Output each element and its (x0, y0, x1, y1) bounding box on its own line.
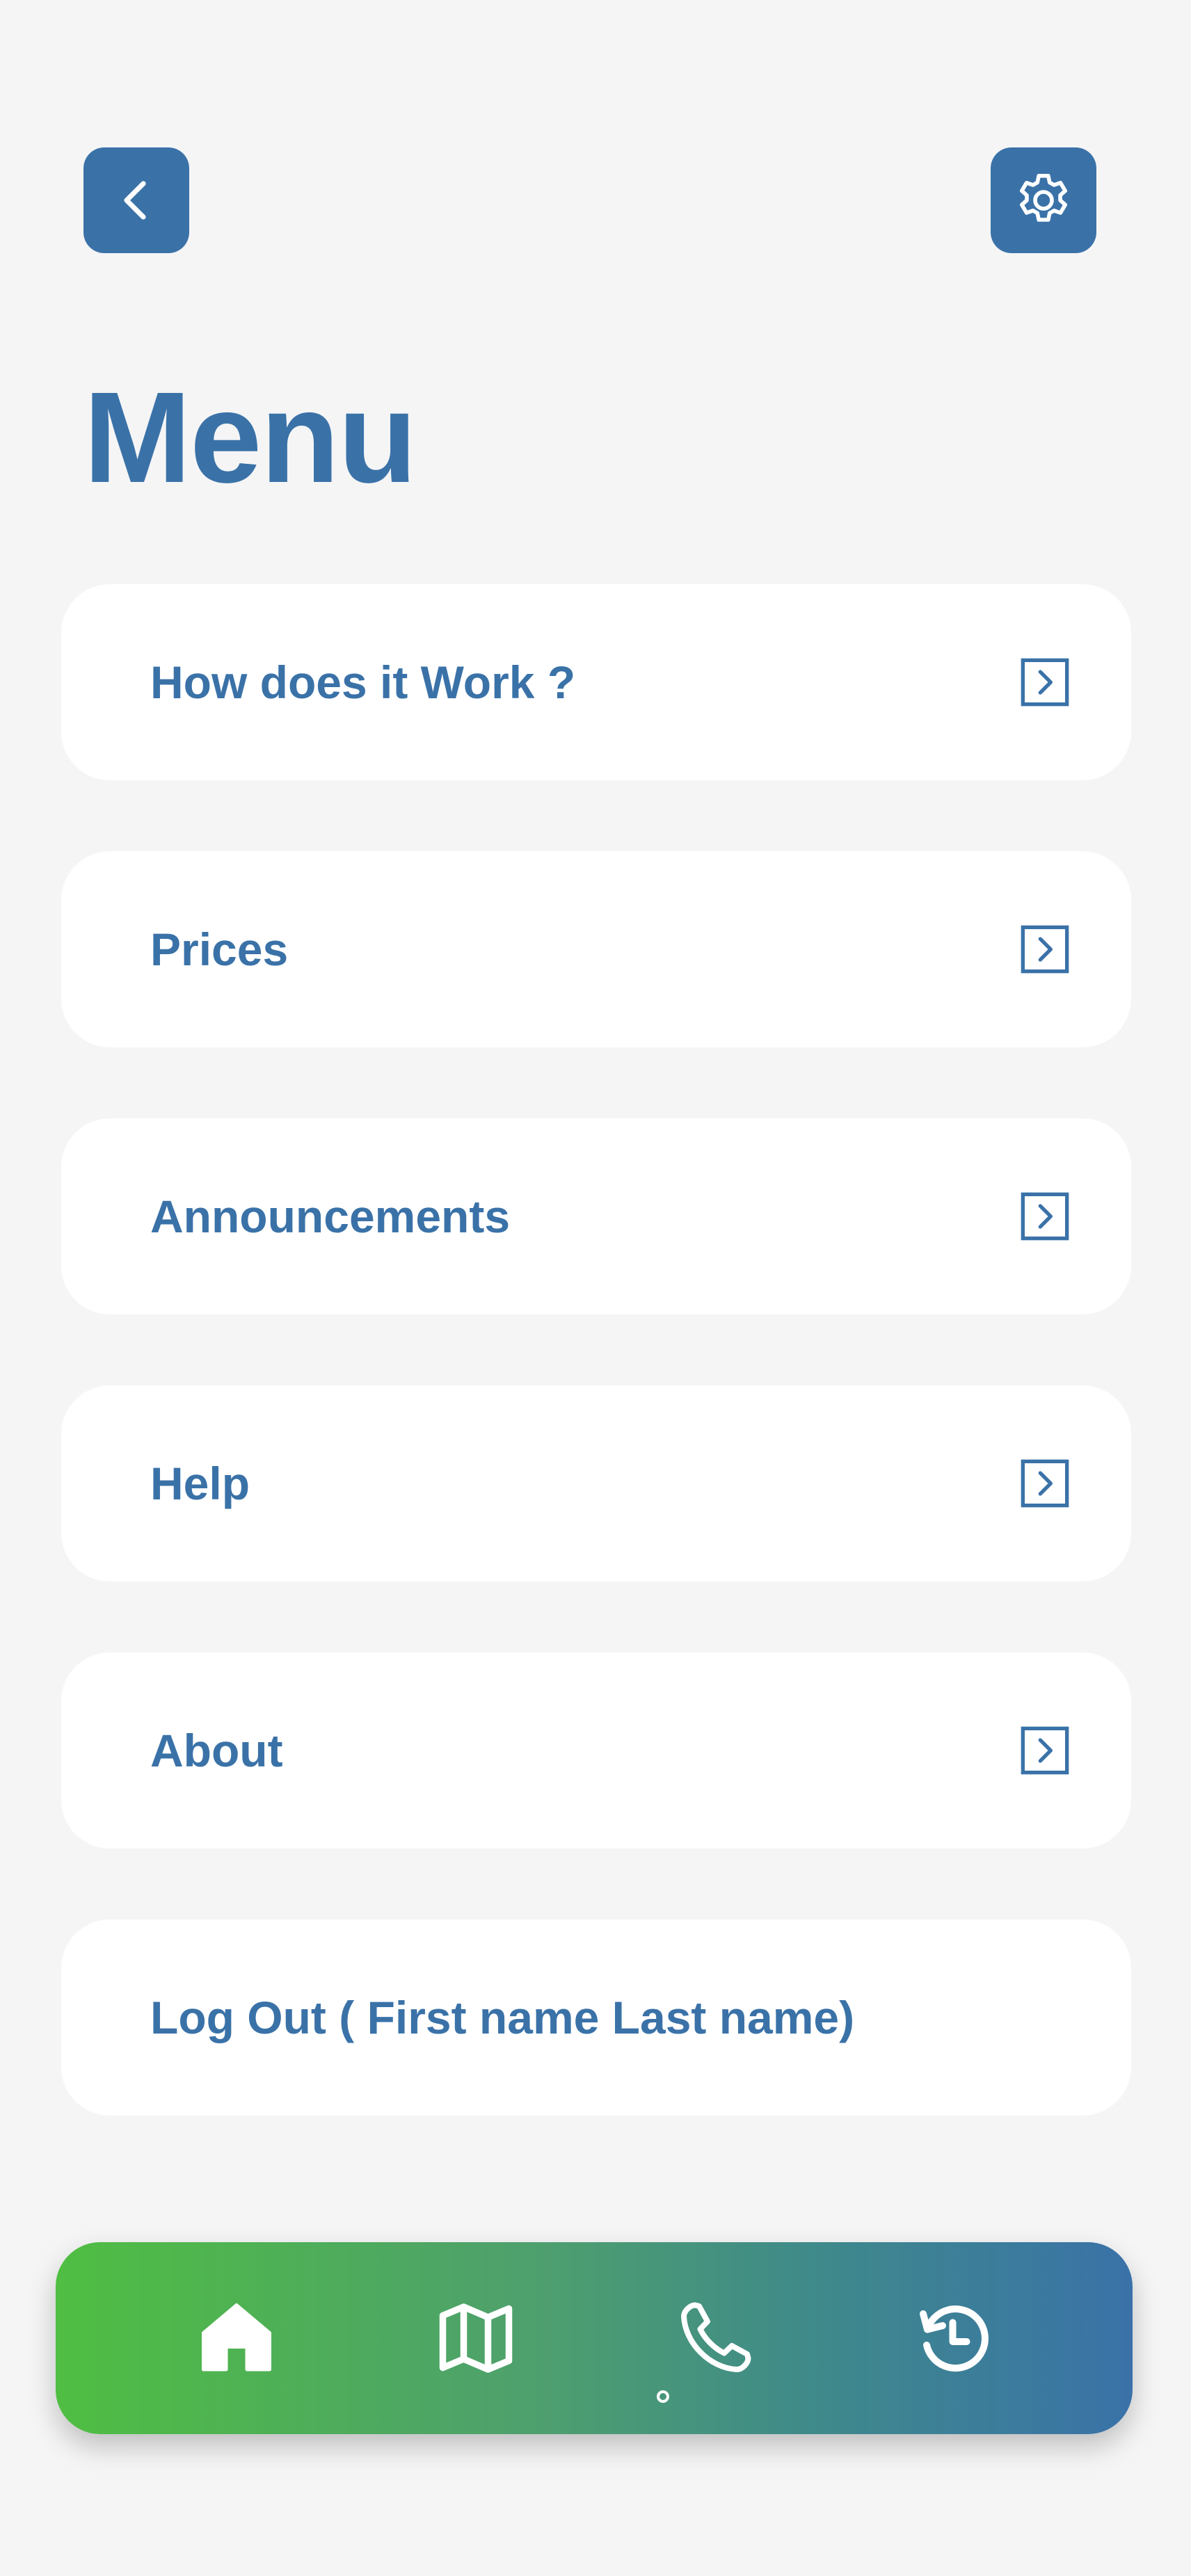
nav-history-button[interactable] (899, 2242, 1010, 2434)
nav-call-button[interactable] (660, 2242, 771, 2434)
back-button[interactable] (83, 147, 189, 253)
nav-home-button[interactable] (181, 2242, 292, 2434)
menu-item-help[interactable]: Help (61, 1385, 1131, 1581)
settings-button[interactable] (991, 147, 1096, 253)
bottom-nav (56, 2242, 1133, 2434)
history-icon (920, 2305, 989, 2372)
menu-item-label: Help (150, 1458, 250, 1509)
page-title: Menu (83, 366, 417, 510)
nav-map-button[interactable] (420, 2242, 531, 2434)
gear-icon (1020, 174, 1067, 222)
menu-item-label: Announcements (150, 1191, 511, 1242)
phone-icon (681, 2302, 751, 2372)
menu-item-label: Log Out ( First name Last name) (150, 1992, 855, 2043)
arrow-right-square-icon (1021, 658, 1069, 707)
active-indicator-dot (657, 2390, 669, 2403)
arrow-right-square-icon (1021, 1726, 1069, 1775)
map-icon (439, 2303, 513, 2373)
menu-item-prices[interactable]: Prices (61, 851, 1131, 1047)
menu-item-label: About (150, 1725, 283, 1776)
chevron-left-icon (124, 181, 146, 220)
menu-item-label: Prices (150, 924, 289, 975)
arrow-right-square-icon (1021, 1459, 1069, 1508)
menu-item-announcements[interactable]: Announcements (61, 1118, 1131, 1314)
arrow-right-square-icon (1021, 1192, 1069, 1241)
menu-item-how-it-works[interactable]: How does it Work ? (61, 584, 1131, 780)
menu-list: How does it Work ? Prices Announcements … (61, 584, 1131, 2187)
arrow-right-square-icon (1021, 925, 1069, 974)
menu-item-label: How does it Work ? (150, 657, 576, 708)
menu-item-log-out[interactable]: Log Out ( First name Last name) (61, 1919, 1131, 2116)
menu-item-about[interactable]: About (61, 1652, 1131, 1849)
home-icon (202, 2303, 271, 2372)
